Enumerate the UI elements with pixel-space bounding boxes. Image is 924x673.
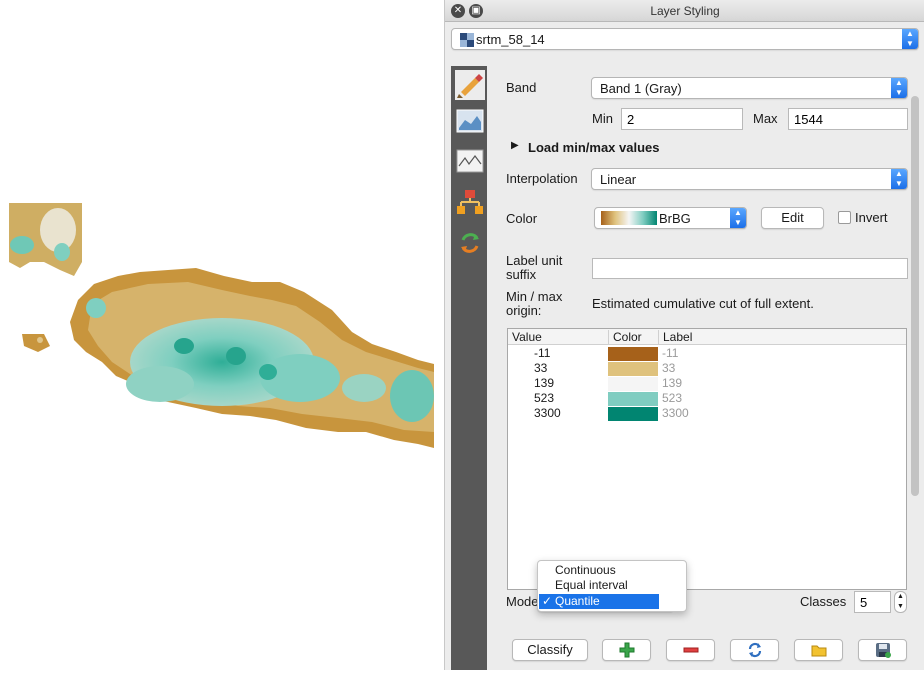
label-suffix-field[interactable] [592,258,908,279]
mode-option-quantile[interactable]: ✓ Quantile [539,594,659,609]
min-input[interactable] [622,109,742,129]
layer-tree-icon[interactable] [455,188,485,218]
min-label: Min [592,111,613,126]
max-label: Max [753,111,778,126]
terrain-map-image [9,203,434,448]
header-color: Color [608,330,642,344]
title-bar: ✕ ▣ Layer Styling [445,0,924,22]
row-value[interactable]: -11 [534,346,550,360]
interpolation-value: Linear [600,172,637,187]
chevron-updown-icon: ▲▼ [902,29,918,49]
add-icon [619,642,634,658]
row-value[interactable]: 33 [534,361,547,375]
label-suffix-input[interactable] [593,259,907,278]
expand-arrow-icon[interactable]: ▶ [511,140,519,151]
style-sidebar [451,66,487,670]
color-table[interactable]: Value Color Label -11 -11 33 33 139 139 … [507,328,907,590]
mode-label: Mode [506,594,539,609]
classify-button[interactable]: Classify [512,639,588,661]
header-value: Value [512,330,542,344]
map-canvas[interactable] [0,0,444,670]
folder-icon [811,645,826,657]
row-label[interactable]: 139 [662,376,682,390]
classes-input[interactable] [855,592,890,612]
reload-icon [748,642,761,658]
refresh-icon[interactable] [455,228,485,258]
table-row[interactable]: 33 33 [508,361,906,376]
load-file-button[interactable] [794,639,843,661]
save-icon [875,643,891,658]
interpolation-selector[interactable]: Linear ▲ ▼ [591,168,908,190]
mode-option-quantile-label: Quantile [555,594,600,608]
row-color-swatch[interactable] [608,362,658,376]
row-color-swatch[interactable] [608,392,658,406]
origin-value: Estimated cumulative cut of full extent. [592,296,814,311]
band-value: Band 1 (Gray) [600,81,682,96]
table-header: Value Color Label [508,329,906,345]
table-row[interactable]: 3300 3300 [508,406,906,421]
row-value[interactable]: 3300 [534,406,561,420]
panel-scrollbar[interactable] [911,96,919,496]
invert-label: Invert [855,210,888,225]
min-field[interactable] [621,108,743,130]
brush-icon[interactable] [455,70,485,100]
mode-option-equal-interval[interactable]: Equal interval [539,578,659,593]
line-histogram-icon[interactable] [455,146,485,176]
label-suffix-label: Label unit suffix [506,253,563,282]
remove-class-button[interactable] [666,639,715,661]
invert-checkbox[interactable] [838,211,851,224]
row-label[interactable]: 523 [662,391,682,405]
save-file-button[interactable] [858,639,907,661]
classes-field[interactable] [854,591,891,613]
row-label[interactable]: -11 [662,346,678,360]
interpolation-label: Interpolation [506,171,578,186]
layer-styling-panel: ✕ ▣ Layer Styling srtm_58_14 ▲▼ Band Ba [444,0,924,670]
row-color-swatch[interactable] [608,407,658,421]
raster-layer-icon [460,33,474,47]
color-ramp-selector[interactable]: BrBG ▲ ▼ [594,207,747,229]
chevron-updown-icon: ▲▼ [891,78,907,98]
row-label[interactable]: 3300 [662,406,689,420]
layer-name: srtm_58_14 [476,32,545,47]
table-row[interactable]: -11 -11 [508,346,906,361]
chevron-updown-icon: ▲▼ [730,208,746,228]
header-label: Label [658,330,692,344]
band-selector[interactable]: Band 1 (Gray) ▲ ▼ [591,77,908,99]
classes-label: Classes [800,594,847,609]
color-label: Color [506,211,538,226]
row-color-swatch[interactable] [608,347,658,361]
window-title: Layer Styling [650,4,720,18]
raster-histogram-icon[interactable] [455,106,485,136]
remove-icon [683,647,698,653]
row-value[interactable]: 523 [534,391,554,405]
checkmark-icon: ✓ [542,594,553,608]
reload-button[interactable] [730,639,779,661]
band-label: Band [506,80,537,95]
table-row[interactable]: 139 139 [508,376,906,391]
classes-stepper[interactable]: ▲ ▼ [894,591,907,613]
max-field[interactable] [788,108,908,130]
load-minmax-label[interactable]: Load min/max values [528,140,660,155]
color-ramp-preview [601,211,657,225]
mode-option-continuous[interactable]: Continuous [539,563,659,578]
max-input[interactable] [789,109,907,129]
row-value[interactable]: 139 [534,376,554,390]
origin-label: Min / max origin: [506,289,563,318]
add-class-button[interactable] [602,639,651,661]
layer-selector[interactable]: srtm_58_14 ▲ ▼ [451,28,919,50]
color-ramp-name: BrBG [659,211,691,226]
mode-dropdown-menu[interactable]: Continuous Equal interval ✓ Quantile [537,560,687,612]
table-row[interactable]: 523 523 [508,391,906,406]
chevron-updown-icon: ▲▼ [891,169,907,189]
row-color-swatch[interactable] [608,377,658,391]
row-label[interactable]: 33 [662,361,675,375]
edit-button[interactable]: Edit [761,207,824,229]
